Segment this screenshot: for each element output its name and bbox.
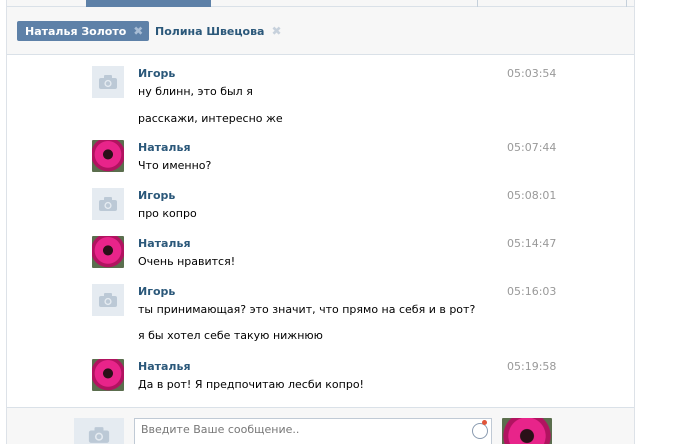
tab-natalya-zoloto[interactable]: Наталья Золото ✖	[17, 21, 150, 41]
notification-dot-icon	[482, 420, 487, 425]
top-menu-strip	[7, 0, 634, 7]
message-author[interactable]: Наталья	[138, 237, 191, 250]
message-text: ну блинн, это был я	[138, 85, 253, 98]
close-icon[interactable]: ✖	[133, 25, 143, 37]
camera-icon[interactable]	[92, 66, 124, 98]
tab-label: Наталья Золото	[25, 24, 127, 38]
message-text: про копро	[138, 207, 197, 220]
message-composer: Введите Ваше сообщение..	[7, 407, 634, 444]
menu-tab-active[interactable]	[86, 0, 211, 7]
menu-tab-right[interactable]	[477, 0, 627, 7]
message-time[interactable]: 05:16:03	[507, 285, 556, 298]
message-author[interactable]: Игорь	[138, 189, 175, 202]
message-time[interactable]: 05:03:54	[507, 67, 556, 80]
avatar[interactable]	[92, 359, 124, 391]
avatar[interactable]	[92, 140, 124, 172]
message-author[interactable]: Наталья	[138, 141, 191, 154]
message-text: Да в рот! Я предпочитаю лесби копро!	[138, 378, 364, 391]
avatar[interactable]	[502, 418, 552, 444]
message-text: ты принимающая? это значит, что прямо на…	[138, 303, 476, 316]
message-time[interactable]: 05:14:47	[507, 237, 556, 250]
tab-label: Полина Швецова	[155, 24, 265, 38]
message-text: я бы хотел себе такую нижнюю	[138, 329, 323, 342]
close-icon[interactable]: ✖	[271, 25, 281, 37]
message-time[interactable]: 05:08:01	[507, 189, 556, 202]
message-text: расскажи, интересно же	[138, 112, 283, 125]
avatar[interactable]	[92, 236, 124, 268]
message-author[interactable]: Игорь	[138, 285, 175, 298]
message-author[interactable]: Игорь	[138, 67, 175, 80]
smile-icon[interactable]	[472, 423, 488, 439]
camera-icon[interactable]	[74, 418, 124, 444]
message-text: Очень нравится!	[138, 255, 236, 268]
dialog-panel: Наталья Золото ✖ Полина Швецова ✖ Игорь …	[6, 0, 635, 444]
message-time[interactable]: 05:19:58	[507, 360, 556, 373]
dialog-tabs-bar: Наталья Золото ✖ Полина Швецова ✖	[7, 7, 634, 55]
tab-polina-shvetsova[interactable]: Полина Швецова ✖	[147, 21, 288, 41]
message-author[interactable]: Наталья	[138, 360, 191, 373]
camera-icon[interactable]	[92, 188, 124, 220]
message-list: Игорь 05:03:54 ну блинн, это был я расск…	[7, 56, 634, 407]
message-input[interactable]: Введите Ваше сообщение..	[134, 418, 492, 444]
camera-icon[interactable]	[92, 284, 124, 316]
message-text: Что именно?	[138, 159, 212, 172]
message-time[interactable]: 05:07:44	[507, 141, 556, 154]
